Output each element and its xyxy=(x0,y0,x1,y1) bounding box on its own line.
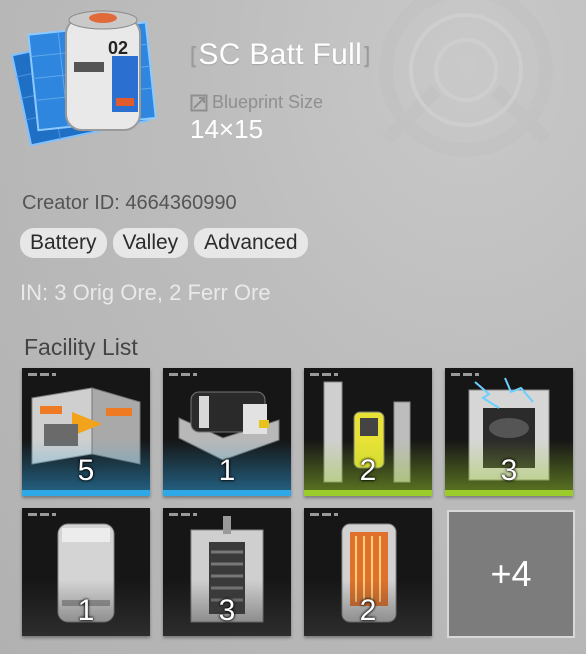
blueprint-name: SC Batt Full xyxy=(198,38,363,71)
blueprint-size-value: 14×15 xyxy=(190,114,264,144)
facility-card[interactable]: 3 xyxy=(445,368,573,496)
facility-count: 5 xyxy=(77,454,95,487)
card-indicator xyxy=(169,373,197,376)
facility-card[interactable]: 2 xyxy=(304,508,432,636)
more-facilities-button[interactable]: +4 xyxy=(447,510,575,638)
card-accent-bar xyxy=(304,490,432,496)
facility-list-title: Facility List xyxy=(24,334,138,360)
facility-count: 3 xyxy=(500,454,518,487)
card-indicator xyxy=(28,373,56,376)
bracket-close: ] xyxy=(364,42,371,67)
blueprint-size-label: Blueprint Size xyxy=(190,92,323,113)
size-label-text: Blueprint Size xyxy=(212,92,324,112)
tag-valley[interactable]: Valley xyxy=(112,228,189,258)
tag-list: Battery Valley Advanced xyxy=(20,228,308,258)
blueprint-size-icon xyxy=(190,94,208,111)
creator-id: Creator ID: 4664360990 xyxy=(22,192,237,214)
background-emblem xyxy=(379,0,553,157)
card-accent-bar xyxy=(445,490,573,496)
facility-card[interactable]: 5 xyxy=(22,368,150,496)
card-accent-bar xyxy=(163,490,291,496)
facility-card[interactable]: 2 xyxy=(304,368,432,496)
card-accent-bar xyxy=(22,490,150,496)
facility-count: 1 xyxy=(218,454,236,487)
card-indicator xyxy=(451,373,479,376)
facility-count: 2 xyxy=(359,594,377,627)
facility-count: 3 xyxy=(218,594,236,627)
bracket-open: [ xyxy=(190,42,197,67)
facility-card[interactable]: 1 xyxy=(163,368,291,496)
card-indicator xyxy=(28,513,56,516)
card-indicator xyxy=(310,373,338,376)
blueprint-thumbnail: 02 xyxy=(10,10,157,146)
input-materials: IN: 3 Orig Ore, 2 Ferr Ore xyxy=(20,280,271,305)
card-indicator xyxy=(169,513,197,516)
tag-advanced[interactable]: Advanced xyxy=(194,228,308,258)
tag-battery[interactable]: Battery xyxy=(20,228,107,258)
card-indicator xyxy=(310,513,338,516)
facility-count: 1 xyxy=(77,594,95,627)
blueprint-title: [ SC Batt Full ] xyxy=(188,38,373,72)
facility-count: 2 xyxy=(359,454,377,487)
facility-card[interactable]: 3 xyxy=(163,508,291,636)
facility-card[interactable]: 1 xyxy=(22,508,150,636)
svg-text:02: 02 xyxy=(108,38,128,58)
